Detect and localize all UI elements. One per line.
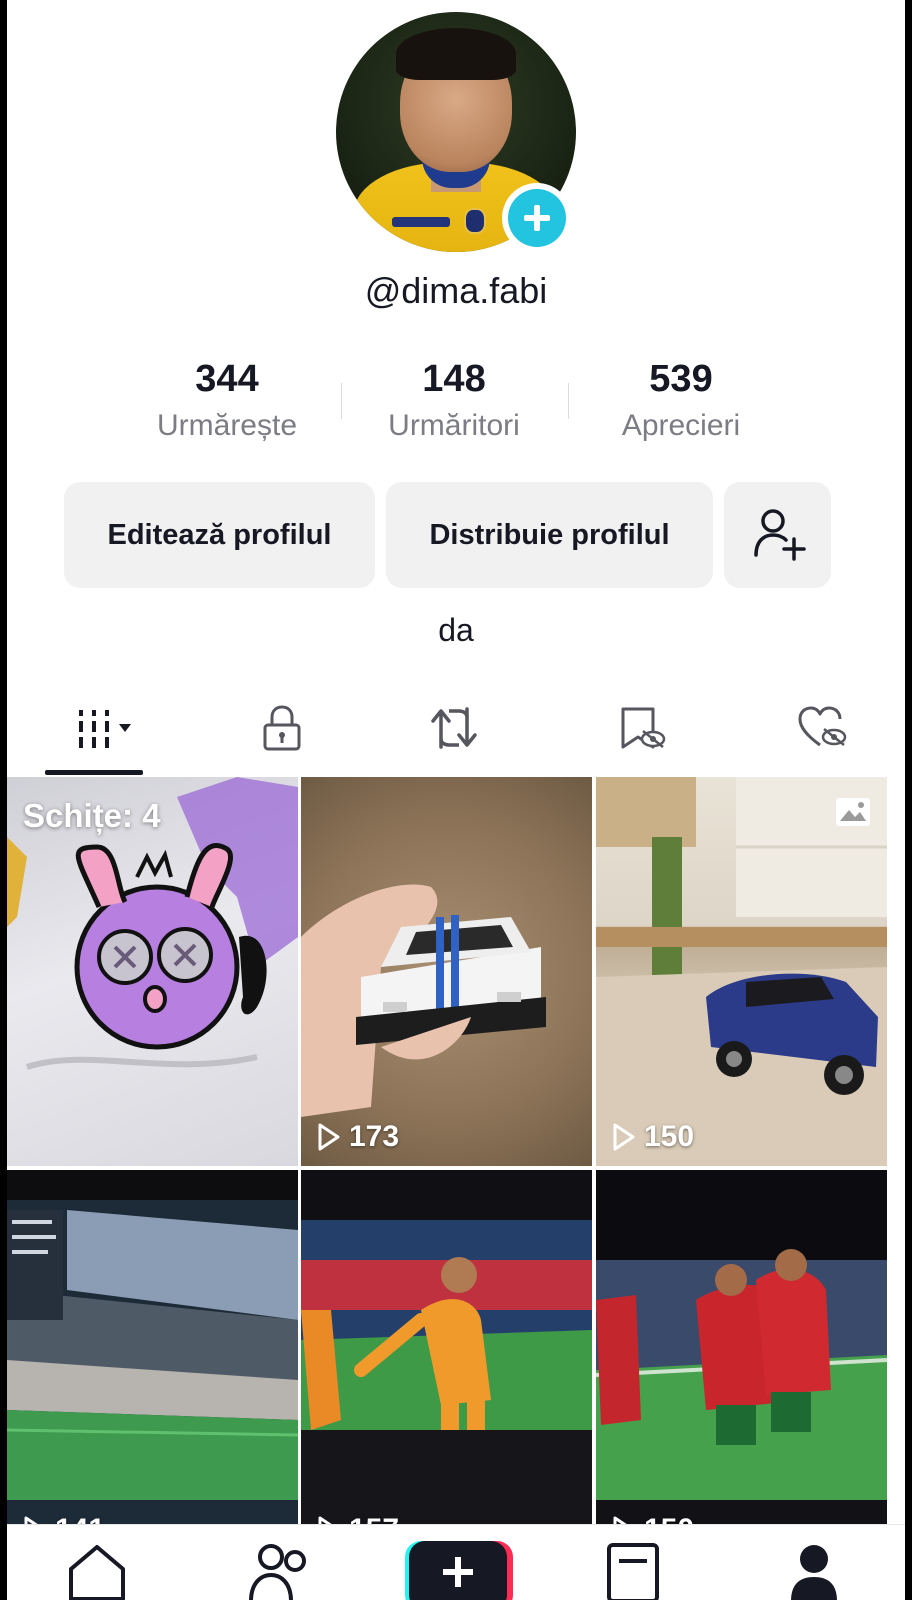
video-tile[interactable]: 157 xyxy=(301,1170,592,1559)
stat-value: 344 xyxy=(195,358,259,400)
selected-tab-indicator xyxy=(45,770,143,775)
stat-label: Aprecieri xyxy=(621,409,741,442)
video-tile[interactable]: 150 xyxy=(596,1170,887,1559)
tab-private[interactable] xyxy=(232,700,332,756)
play-icon xyxy=(613,1123,635,1151)
tab-reposts[interactable] xyxy=(404,700,504,756)
profile-icon[interactable] xyxy=(789,1539,839,1600)
bio: da xyxy=(438,612,474,648)
play-icon xyxy=(318,1123,340,1151)
view-count-value: 173 xyxy=(349,1120,400,1153)
stat-likes[interactable]: 539 Aprecieri xyxy=(571,355,791,443)
stat-divider xyxy=(341,383,342,419)
drafts-count: Schițe: 4 xyxy=(23,797,161,834)
add-story-button[interactable] xyxy=(502,183,572,253)
view-count: 150 xyxy=(612,1120,694,1154)
view-count: 173 xyxy=(317,1120,399,1154)
create-icon[interactable] xyxy=(403,1539,513,1600)
tab-videos[interactable] xyxy=(49,700,149,756)
add-user-icon xyxy=(753,509,806,561)
view-count-value: 150 xyxy=(644,1120,695,1153)
liked-hidden-icon xyxy=(798,706,847,747)
content-tabs xyxy=(7,690,905,776)
friends-icon[interactable] xyxy=(247,1539,317,1600)
video-thumbnail xyxy=(301,884,546,1117)
video-tile[interactable]: 150 xyxy=(596,777,887,1166)
drawing-thumbnail xyxy=(7,777,298,1070)
stat-label: Urmărește xyxy=(156,409,298,442)
videos-grid-icon xyxy=(79,710,131,748)
profile-page: @dima.fabi 344 Urmărește 148 Urmăritori … xyxy=(7,0,905,1600)
stat-label: Urmăritori xyxy=(388,409,520,442)
plus-icon xyxy=(524,205,550,231)
tab-liked[interactable] xyxy=(773,700,873,756)
bookmark-hidden-icon xyxy=(621,707,666,749)
video-thumbnail xyxy=(7,1200,298,1530)
video-thumbnail xyxy=(596,777,887,1166)
edit-profile-button[interactable]: Editează profilul xyxy=(64,482,375,588)
video-tile[interactable]: 173 xyxy=(301,777,592,1166)
stats-row: 344 Urmărește 148 Urmăritori 539 Aprecie… xyxy=(7,355,905,455)
share-profile-button[interactable]: Distribuie profilul xyxy=(386,482,713,588)
bottom-nav xyxy=(7,1524,905,1600)
video-thumbnail xyxy=(596,1249,887,1559)
photo-icon xyxy=(836,798,870,826)
stat-following[interactable]: 344 Urmărește xyxy=(117,355,337,443)
stat-value: 148 xyxy=(422,358,486,400)
tab-favorites[interactable] xyxy=(592,700,692,756)
home-icon[interactable] xyxy=(65,1539,129,1600)
username: @dima.fabi xyxy=(364,270,548,311)
stat-followers[interactable]: 148 Urmăritori xyxy=(344,355,564,443)
video-tile[interactable]: 141 xyxy=(7,1170,298,1559)
inbox-icon[interactable] xyxy=(605,1539,661,1600)
repost-icon xyxy=(431,707,477,749)
stat-value: 539 xyxy=(649,358,713,400)
video-thumbnail xyxy=(301,1220,592,1559)
stat-divider xyxy=(568,383,569,419)
lock-icon xyxy=(263,705,301,751)
drafts-tile[interactable]: Schițe: 4 xyxy=(7,777,298,1166)
add-friend-button[interactable] xyxy=(724,482,831,588)
video-grid: Schițe: 4 173 150 xyxy=(7,777,905,1559)
